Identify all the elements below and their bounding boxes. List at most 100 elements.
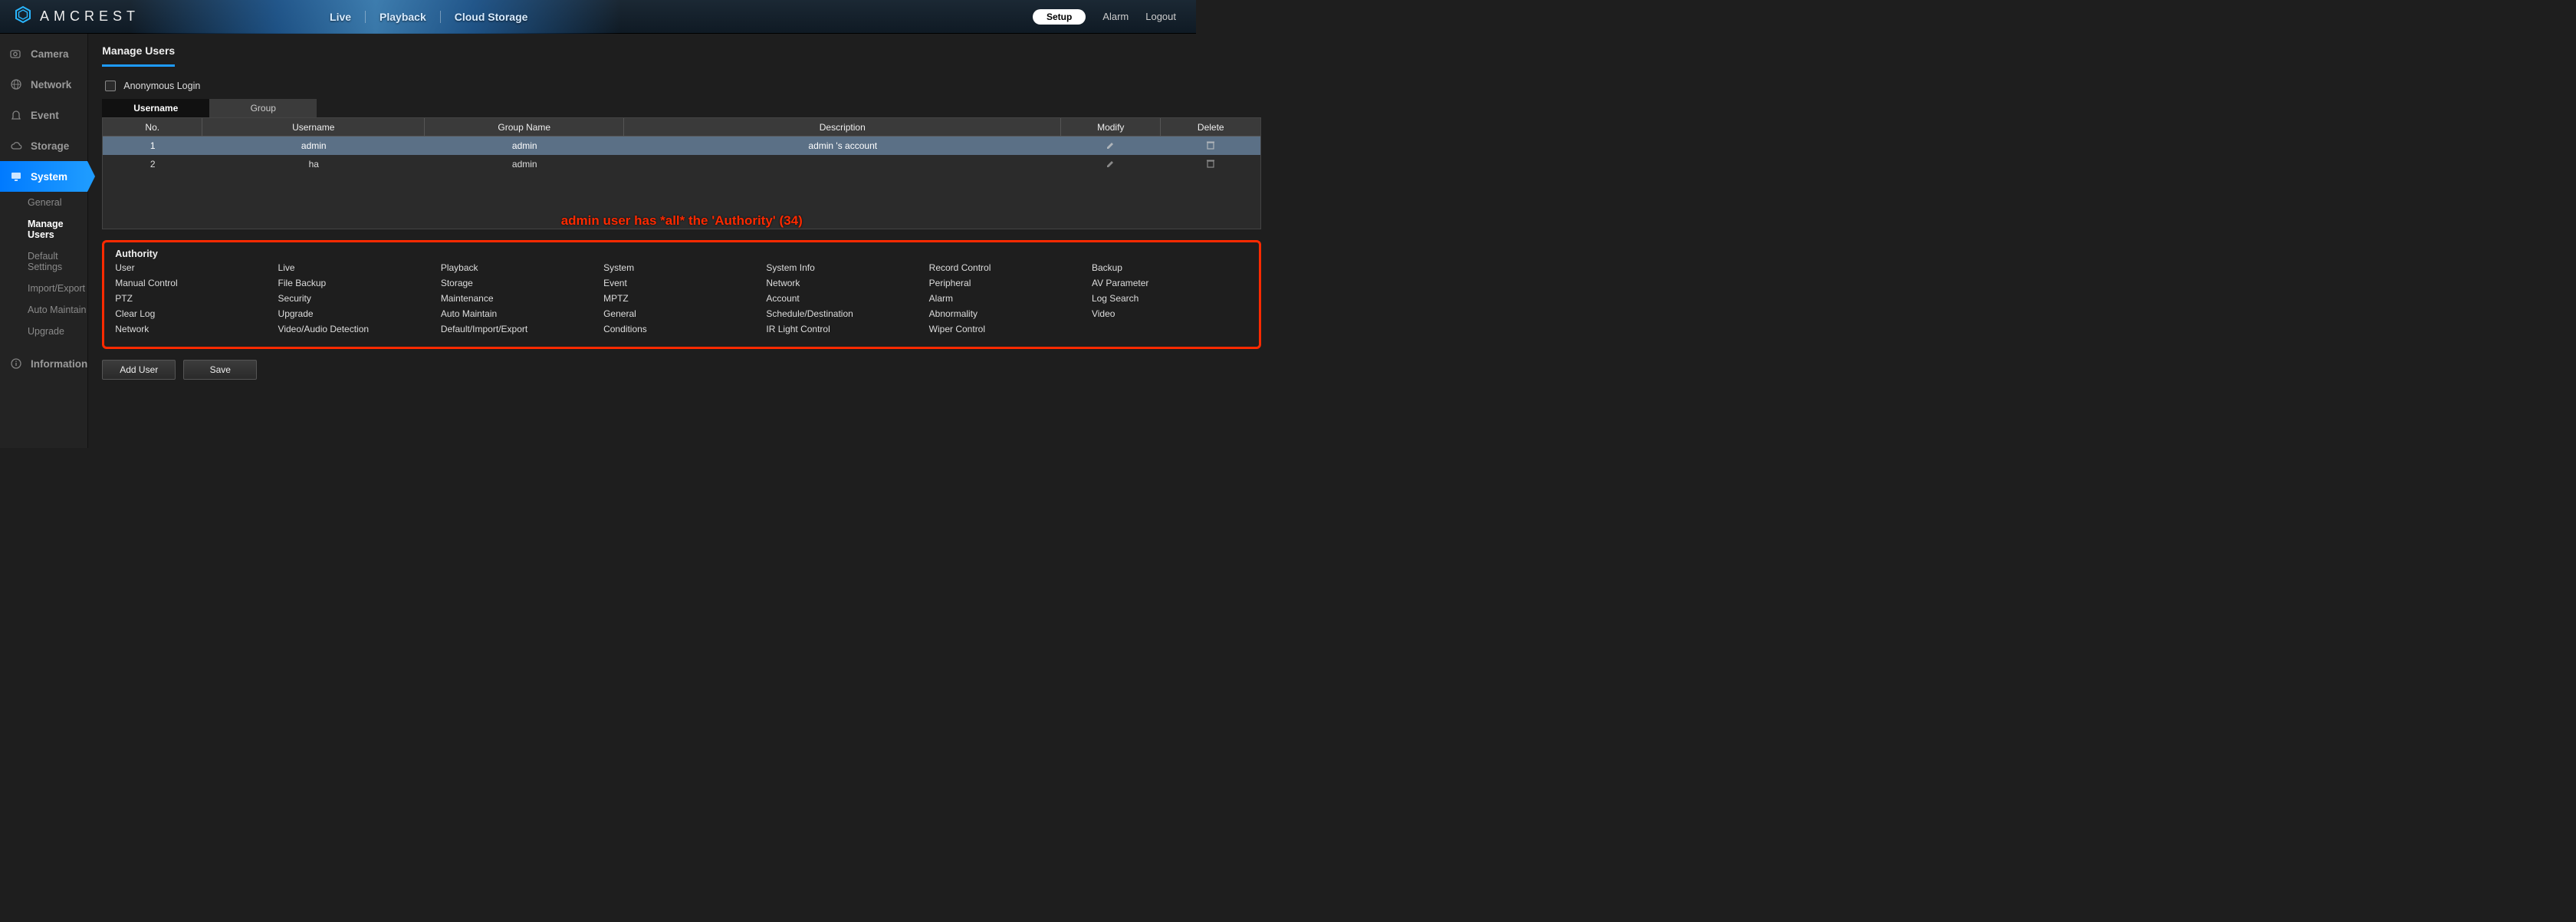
nav-playback[interactable]: Playback (366, 11, 440, 23)
nav-logout[interactable]: Logout (1145, 11, 1176, 22)
sidebar-label: System (31, 171, 67, 183)
nav-setup[interactable]: Setup (1033, 9, 1086, 25)
sidebar-sub-default-settings[interactable]: Default Settings (0, 245, 87, 278)
authority-item: IR Light Control (766, 324, 922, 339)
monitor-icon (9, 170, 23, 183)
authority-item: Log Search (1092, 293, 1248, 308)
sidebar-sub-manage-users[interactable]: Manage Users (0, 213, 87, 245)
save-button[interactable]: Save (183, 360, 257, 380)
authority-item: AV Parameter (1092, 278, 1248, 293)
col-modify: Modify (1061, 118, 1161, 136)
subtabs: Username Group (102, 99, 1261, 117)
authority-item: Video (1092, 308, 1248, 324)
sidebar-item-event[interactable]: Event (0, 100, 87, 130)
button-row: Add User Save (102, 360, 1275, 380)
authority-item: Upgrade (278, 308, 435, 324)
cell-desc: admin 's account (624, 140, 1061, 151)
authority-item: Default/Import/Export (441, 324, 597, 339)
authority-item: Network (115, 324, 271, 339)
sidebar-sub-general[interactable]: General (0, 192, 87, 213)
authority-item: Alarm (929, 293, 1086, 308)
table-row[interactable]: 2 ha admin (103, 155, 1260, 173)
nav-alarm[interactable]: Alarm (1102, 11, 1129, 22)
col-group: Group Name (425, 118, 624, 136)
sidebar-sub-auto-maintain[interactable]: Auto Maintain (0, 299, 87, 321)
info-icon (9, 357, 23, 370)
cell-no: 1 (103, 140, 202, 151)
panel: Anonymous Login Username Group No. Usern… (102, 77, 1261, 229)
authority-item: MPTZ (603, 293, 760, 308)
sidebar-item-system[interactable]: System (0, 161, 87, 192)
trash-icon[interactable] (1205, 140, 1216, 150)
top-right: Setup Alarm Logout (1033, 9, 1176, 25)
edit-icon[interactable] (1106, 158, 1116, 169)
authority-item: Event (603, 278, 760, 293)
authority-item: Wiper Control (929, 324, 1086, 339)
col-username: Username (202, 118, 425, 136)
cell-group: admin (425, 140, 624, 151)
authority-item: Peripheral (929, 278, 1086, 293)
main-area: Camera Network Event Storage System Gene… (0, 34, 1196, 448)
authority-caption: admin user has *all* the 'Authority' (34… (561, 213, 803, 229)
authority-title: Authority (115, 249, 1248, 259)
sidebar: Camera Network Event Storage System Gene… (0, 34, 88, 448)
authority-item: Playback (441, 262, 597, 278)
authority-item: Security (278, 293, 435, 308)
sidebar-label: Event (31, 110, 59, 121)
authority-item: System Info (766, 262, 922, 278)
sidebar-label: Information (31, 358, 87, 370)
authority-item: System (603, 262, 760, 278)
sidebar-sub-import-export[interactable]: Import/Export (0, 278, 87, 299)
brand-hex-icon (14, 5, 32, 28)
trash-icon[interactable] (1205, 158, 1216, 169)
cell-username: admin (202, 140, 425, 151)
authority-item: General (603, 308, 760, 324)
col-delete: Delete (1161, 118, 1260, 136)
authority-item: PTZ (115, 293, 271, 308)
authority-item: Schedule/Destination (766, 308, 922, 324)
nav-cloud[interactable]: Cloud Storage (441, 11, 542, 23)
sidebar-item-camera[interactable]: Camera (0, 38, 87, 69)
cell-no: 2 (103, 159, 202, 170)
cell-group: admin (425, 159, 624, 170)
sidebar-item-network[interactable]: Network (0, 69, 87, 100)
authority-item: Network (766, 278, 922, 293)
sidebar-sub-upgrade[interactable]: Upgrade (0, 321, 87, 342)
anonymous-login-label: Anonymous Login (123, 81, 200, 91)
authority-item: Account (766, 293, 922, 308)
sidebar-label: Network (31, 79, 71, 91)
nav-live[interactable]: Live (316, 11, 365, 23)
authority-item: User (115, 262, 271, 278)
cloud-icon (9, 139, 23, 153)
anonymous-login-row: Anonymous Login (102, 77, 1261, 99)
add-user-button[interactable]: Add User (102, 360, 176, 380)
authority-item: Live (278, 262, 435, 278)
sidebar-item-information[interactable]: Information (0, 348, 87, 379)
authority-box: admin user has *all* the 'Authority' (34… (102, 240, 1261, 349)
page-tabs: Manage Users (88, 34, 1275, 67)
sidebar-label: Storage (31, 140, 69, 152)
authority-item: Clear Log (115, 308, 271, 324)
sidebar-label: Camera (31, 48, 69, 60)
edit-icon[interactable] (1106, 140, 1116, 150)
anonymous-login-checkbox[interactable] (105, 81, 116, 91)
table-row[interactable]: 1 admin admin admin 's account (103, 137, 1260, 155)
authority-item: Abnormality (929, 308, 1086, 324)
table-header: No. Username Group Name Description Modi… (103, 118, 1260, 137)
subtab-username[interactable]: Username (102, 99, 209, 117)
camera-icon (9, 47, 23, 61)
authority-item: Storage (441, 278, 597, 293)
authority-grid: UserLivePlaybackSystemSystem InfoRecord … (115, 262, 1248, 339)
subtab-group[interactable]: Group (209, 99, 317, 117)
col-desc: Description (624, 118, 1061, 136)
brand-text: AMCREST (40, 8, 140, 25)
content: Manage Users Anonymous Login Username Gr… (88, 34, 1275, 448)
sidebar-item-storage[interactable]: Storage (0, 130, 87, 161)
authority-item: Conditions (603, 324, 760, 339)
authority-item (1092, 324, 1248, 339)
authority-item: Backup (1092, 262, 1248, 278)
authority-item: Video/Audio Detection (278, 324, 435, 339)
cell-username: ha (202, 159, 425, 170)
authority-item: Manual Control (115, 278, 271, 293)
page-tab-manage-users[interactable]: Manage Users (102, 44, 175, 67)
